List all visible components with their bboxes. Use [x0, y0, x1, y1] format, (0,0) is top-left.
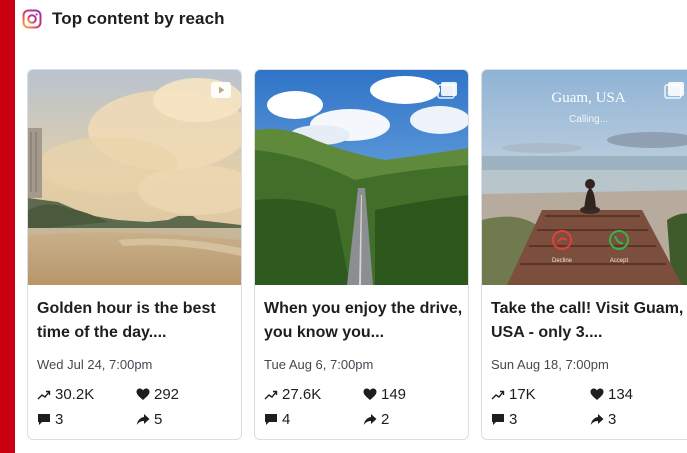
shares-stat: 2 [363, 411, 389, 428]
left-accent-bar [0, 0, 15, 453]
accept-label: Accept [610, 258, 629, 264]
post-thumbnail[interactable]: Decline Accept Guam, USA Calling... [482, 70, 687, 285]
likes-stat: 149 [363, 386, 406, 403]
post-thumbnail[interactable] [28, 70, 241, 285]
instagram-icon [22, 9, 42, 29]
video-icon [211, 82, 231, 98]
reach-value: 30.2K [55, 386, 95, 403]
decline-label: Decline [552, 258, 573, 264]
shares-value: 3 [608, 411, 617, 428]
post-thumbnail[interactable] [255, 70, 468, 285]
overlay-subtitle: Calling... [569, 114, 608, 125]
post-date: Wed Jul 24, 7:00pm [37, 357, 153, 372]
post-date: Sun Aug 18, 7:00pm [491, 357, 609, 372]
section-title: Top content by reach [52, 9, 225, 28]
post-date: Tue Aug 6, 7:00pm [264, 357, 374, 372]
likes-value: 292 [154, 386, 180, 403]
carousel-icon [664, 82, 684, 99]
share-arrow-icon [363, 414, 377, 425]
trend-up-icon [37, 390, 51, 399]
reach-stat: 17K [491, 386, 536, 403]
comments-stat: 3 [491, 411, 517, 428]
share-arrow-icon [136, 414, 150, 425]
reach-stat: 30.2K [37, 386, 94, 403]
likes-value: 134 [608, 386, 634, 403]
likes-stat: 292 [136, 386, 179, 403]
trend-up-icon [491, 390, 505, 399]
heart-icon [136, 388, 150, 400]
comments-stat: 3 [37, 411, 63, 428]
post-caption[interactable]: When you enjoy the drive, you know you..… [264, 297, 464, 345]
overlay-title: Guam, USA [551, 90, 626, 106]
content-card-2[interactable]: When you enjoy the drive, you know you..… [254, 69, 469, 440]
shares-stat: 3 [590, 411, 616, 428]
shares-value: 5 [154, 411, 163, 428]
share-arrow-icon [590, 414, 604, 425]
likes-stat: 134 [590, 386, 633, 403]
comments-value: 3 [55, 411, 64, 428]
comment-icon [492, 414, 504, 425]
content-card-1[interactable]: Golden hour is the best time of the day.… [27, 69, 242, 440]
post-caption[interactable]: Golden hour is the best time of the day.… [37, 297, 237, 345]
content-card-3[interactable]: Decline Accept Guam, USA Calling... Take… [481, 69, 687, 440]
comment-icon [38, 414, 50, 425]
carousel-icon [437, 82, 457, 99]
comments-value: 4 [282, 411, 291, 428]
heart-icon [363, 388, 377, 400]
post-caption[interactable]: Take the call! Visit Guam, USA - only 3.… [491, 297, 687, 345]
heart-icon [590, 388, 604, 400]
section-header: Top content by reach [22, 7, 225, 31]
shares-value: 2 [381, 411, 390, 428]
reach-value: 17K [509, 386, 536, 403]
reach-value: 27.6K [282, 386, 322, 403]
trend-up-icon [264, 390, 278, 399]
comments-stat: 4 [264, 411, 290, 428]
likes-value: 149 [381, 386, 407, 403]
shares-stat: 5 [136, 411, 162, 428]
comments-value: 3 [509, 411, 518, 428]
reach-stat: 27.6K [264, 386, 321, 403]
comment-icon [265, 414, 277, 425]
